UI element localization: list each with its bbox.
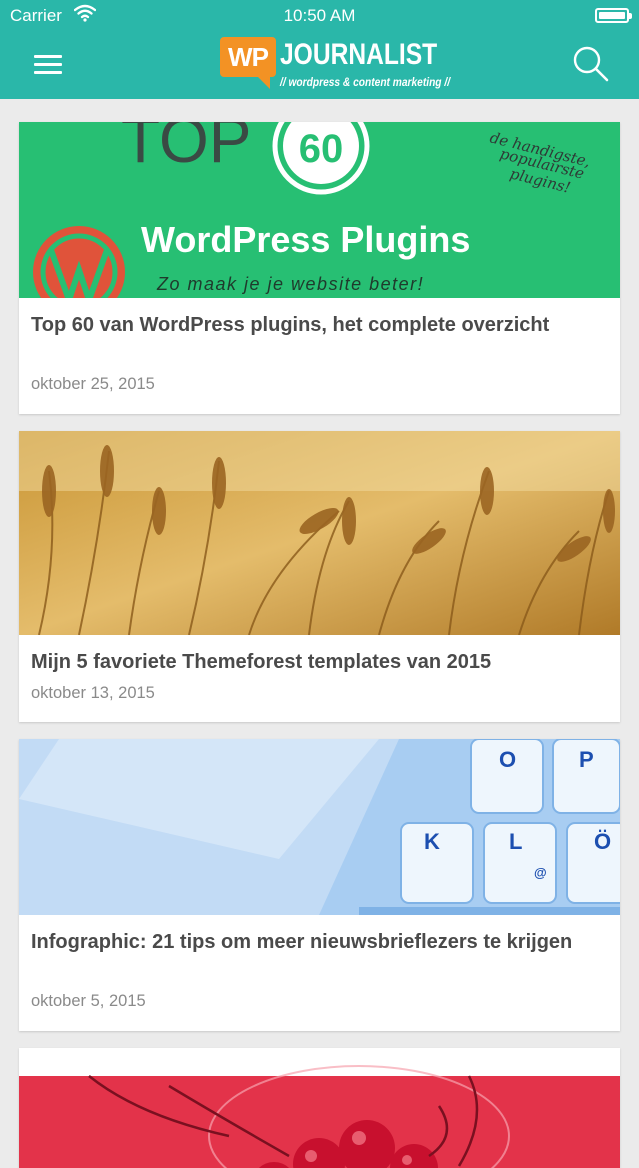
image-banner: WordPress Plugins [141, 219, 470, 260]
post-card[interactable] [19, 1048, 620, 1168]
post-title[interactable]: Top 60 van WordPress plugins, het comple… [31, 312, 608, 339]
post-date: oktober 25, 2015 [31, 375, 155, 393]
key-o-umlaut: Ö [594, 829, 611, 854]
hamburger-menu-icon[interactable] [34, 53, 62, 75]
app-header: Carrier 10:50 AM WP JOURNALIST // wordpr… [0, 0, 639, 99]
image-subline: Zo maak je je website beter! [156, 274, 424, 294]
search-icon[interactable] [572, 45, 610, 83]
key-l: L [509, 829, 522, 854]
key-at: @ [534, 865, 547, 880]
post-date: oktober 5, 2015 [31, 992, 146, 1010]
status-bar: Carrier 10:50 AM [0, 0, 639, 32]
battery-icon [595, 8, 632, 23]
post-card[interactable]: Mijn 5 favoriete Themeforest templates v… [19, 431, 620, 722]
key-p: P [579, 747, 594, 772]
post-title[interactable]: Infographic: 21 tips om meer nieuwsbrief… [31, 929, 608, 956]
post-featured-image [19, 1065, 620, 1168]
clock: 10:50 AM [283, 6, 356, 25]
key-k: K [424, 829, 440, 854]
post-featured-image [19, 431, 620, 635]
post-featured-image: TOP 60 de handigste, populairste plugins… [19, 122, 620, 298]
logo-tagline: // wordpress & content marketing // [280, 75, 451, 89]
logo-badge: WP [220, 37, 276, 77]
image-top-text: TOP [121, 122, 251, 176]
post-featured-image: O P K L @ Ö [19, 739, 620, 915]
site-logo[interactable]: WP JOURNALIST // wordpress & content mar… [220, 37, 450, 93]
post-date: oktober 13, 2015 [31, 684, 155, 702]
post-title[interactable]: Mijn 5 favoriete Themeforest templates v… [31, 649, 608, 676]
logo-name: JOURNALIST [280, 38, 438, 71]
image-number: 60 [299, 127, 344, 171]
key-o: O [499, 747, 516, 772]
post-card[interactable]: O P K L @ Ö Infographic: 21 tips om meer… [19, 739, 620, 1031]
post-card[interactable]: TOP 60 de handigste, populairste plugins… [19, 122, 620, 414]
